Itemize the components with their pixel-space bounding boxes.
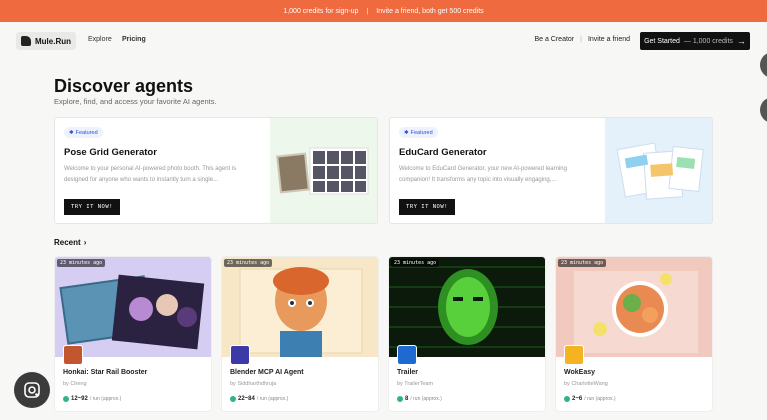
invite-friend-link[interactable]: Invite a friend <box>588 36 630 43</box>
promo-invite-link[interactable]: Invite a friend, both get 500 credits <box>376 8 483 15</box>
agent-avatar <box>230 345 250 365</box>
agent-price: 12~92 / run (approx.) <box>63 396 121 402</box>
featured-badge: ✱ Featured <box>399 127 438 138</box>
agent-card-wokeasy[interactable]: 23 minutes ago WokEasy by CharlotteWang … <box>555 256 713 412</box>
promo-signup-text: 1,000 credits for sign-up <box>283 7 359 15</box>
educard-image <box>605 118 712 223</box>
mule-logo-icon <box>21 36 31 46</box>
get-started-button[interactable]: Get Started — 1,000 credits → <box>640 32 750 50</box>
featured-title: Pose Grid Generator <box>64 147 157 158</box>
star-icon: ✱ <box>404 129 409 136</box>
agent-title: Honkai: Star Rail Booster <box>63 369 148 376</box>
page-subtitle: Explore, find, and access your favorite … <box>54 97 217 106</box>
agent-card-trailer[interactable]: 23 minutes ago Trailer by TrailerTeam 8 … <box>388 256 546 412</box>
brand-name: Mule.Run <box>35 36 71 46</box>
cta-label: Get Started <box>644 37 680 45</box>
star-icon: ✱ <box>69 129 74 136</box>
try-it-now-button[interactable]: TRY IT NOW! <box>399 199 455 215</box>
time-badge: 23 minutes ago <box>57 259 106 267</box>
agent-title: WokEasy <box>564 369 595 376</box>
featured-card-pose-grid[interactable]: ✱ Featured Pose Grid Generator Welcome t… <box>54 117 378 224</box>
agent-author: by Siddharthdhruja <box>230 381 277 387</box>
agent-price: 8 / run (approx.) <box>397 396 442 402</box>
agent-avatar <box>564 345 584 365</box>
nav-right: Be a Creator | Invite a friend <box>534 36 630 43</box>
featured-badge: ✱ Featured <box>64 127 103 138</box>
agent-price: 22~84 / run (approx.) <box>230 396 288 402</box>
agent-avatar <box>397 345 417 365</box>
agent-price: 2~6 / run (approx.) <box>564 396 616 402</box>
agent-avatar <box>63 345 83 365</box>
time-badge: 23 minutes ago <box>558 259 607 267</box>
featured-card-educard[interactable]: ✱ Featured EduCard Generator Welcome to … <box>389 117 713 224</box>
brand-logo[interactable]: Mule.Run <box>16 32 76 50</box>
agent-title: Trailer <box>397 369 419 376</box>
featured-description: Welcome to your personal AI-powered phot… <box>64 166 237 183</box>
agent-card-blender[interactable]: 23 minutes ago Blender MCP AI Agent by S… <box>221 256 379 412</box>
featured-title: EduCard Generator <box>399 147 487 158</box>
be-a-creator-link[interactable]: Be a Creator <box>534 36 574 43</box>
card-thumbnail: 23 minutes ago <box>55 257 211 357</box>
arrow-right-icon: → <box>736 36 746 46</box>
agent-card-honkai[interactable]: 23 minutes ago Honkai: Star Rail Booster… <box>54 256 212 412</box>
page-title: Discover agents <box>54 76 194 96</box>
agent-title: Blender MCP AI Agent <box>230 369 304 376</box>
credit-dot-icon <box>397 396 403 402</box>
try-it-now-button[interactable]: TRY IT NOW! <box>64 199 120 215</box>
cta-credits: — 1,000 credits <box>683 37 733 45</box>
side-avatar-top[interactable] <box>760 52 767 78</box>
time-badge: 23 minutes ago <box>224 259 273 267</box>
promo-separator: | <box>366 7 369 15</box>
nav-explore[interactable]: Explore <box>88 36 112 43</box>
side-avatar-bottom[interactable] <box>760 97 767 123</box>
credit-dot-icon <box>230 396 236 402</box>
featured-description: Welcome to EduCard Generator, your new A… <box>399 166 567 183</box>
chevron-right-icon: › <box>83 238 87 247</box>
promo-bar: 1,000 credits for sign-up | Invite a fri… <box>0 0 767 22</box>
card-thumbnail: 23 minutes ago <box>556 257 712 357</box>
credit-dot-icon <box>564 396 570 402</box>
nav-divider: | <box>580 36 582 43</box>
pose-grid-image <box>270 118 377 223</box>
card-thumbnail: 23 minutes ago <box>222 257 378 357</box>
time-badge: 23 minutes ago <box>391 259 440 267</box>
agent-author: by CharlotteWang <box>564 381 608 387</box>
card-thumbnail: 23 minutes ago <box>389 257 545 357</box>
recent-label: Recent <box>54 238 81 247</box>
credit-dot-icon <box>63 396 69 402</box>
agent-author: by TrailerTeam <box>397 381 434 387</box>
nav-pricing[interactable]: Pricing <box>122 36 146 43</box>
top-nav: Mule.Run Explore Pricing Be a Creator | … <box>0 28 767 54</box>
recent-heading[interactable]: Recent › <box>54 238 86 247</box>
agent-author: by Cheng <box>63 381 87 387</box>
google-lens-icon[interactable] <box>14 372 50 408</box>
